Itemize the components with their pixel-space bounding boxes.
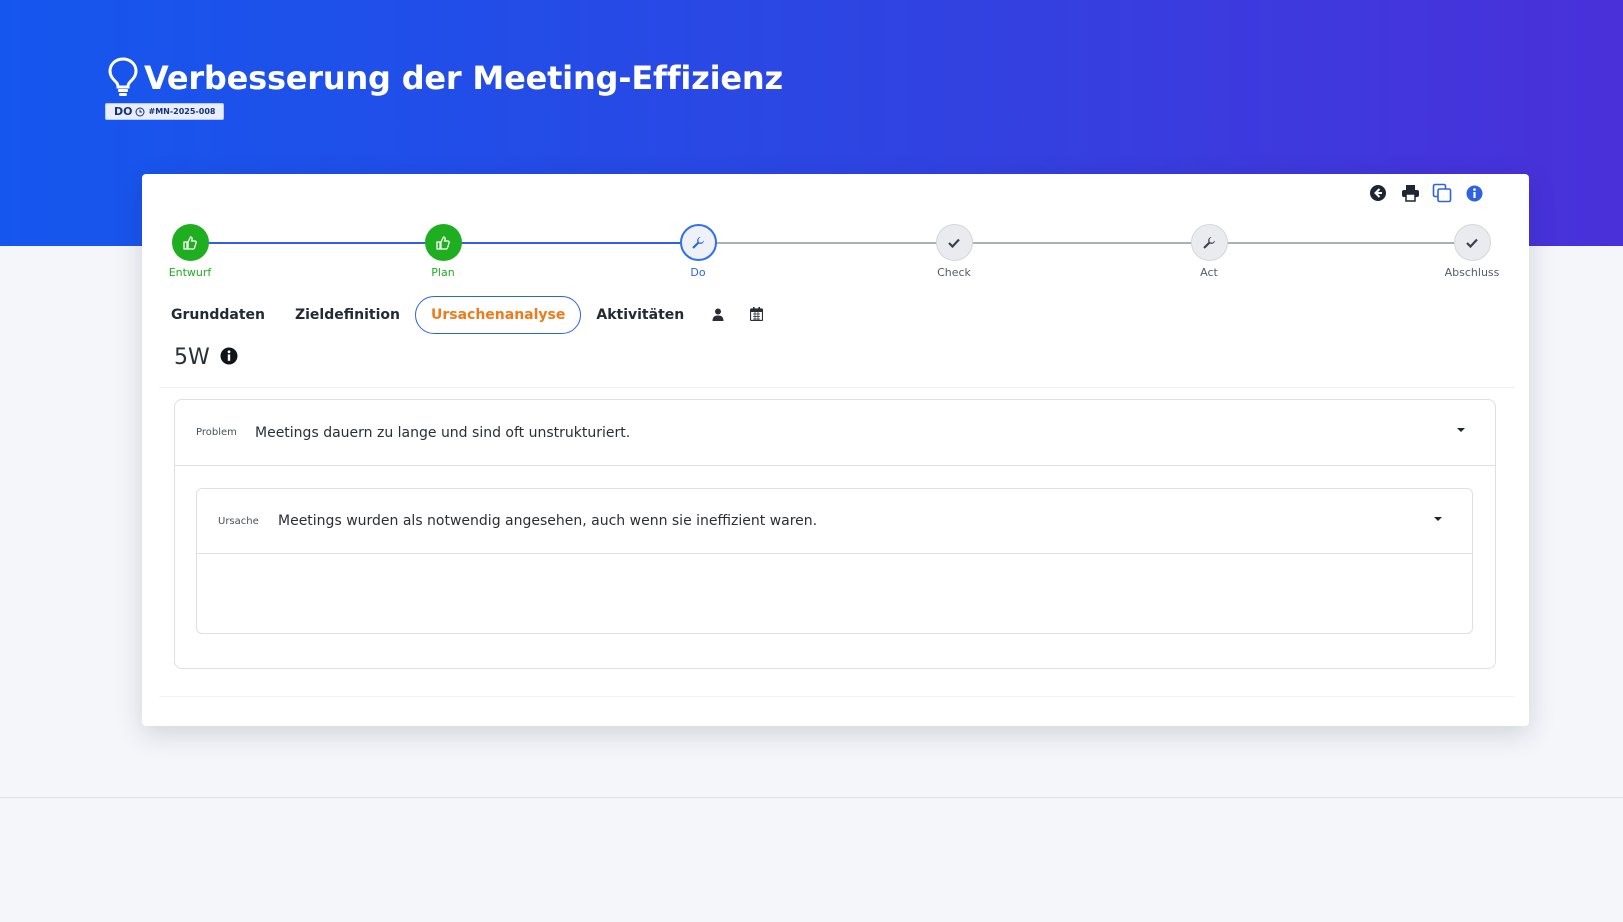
step-label: Plan (431, 266, 455, 279)
section-title: 5W (174, 345, 210, 370)
stepper-line-todo (680, 242, 1460, 244)
tab-zieldefinition[interactable]: Zieldefinition (280, 296, 415, 334)
project-identifier: #MN-2025-008 (148, 107, 216, 116)
info-icon[interactable] (220, 347, 238, 369)
cause-text: Meetings wurden als notwendig angesehen,… (278, 513, 818, 529)
back-icon[interactable] (1367, 182, 1389, 204)
check-icon (1453, 224, 1491, 261)
cause-label: Ursache (218, 515, 259, 527)
tab-aktivitaeten[interactable]: Aktivitäten (581, 296, 699, 334)
cause-header[interactable]: Ursache Meetings wurden als notwendig an… (197, 489, 1472, 554)
tab-ursachenanalyse[interactable]: Ursachenanalyse (414, 296, 582, 334)
cause-panel: Ursache Meetings wurden als notwendig an… (196, 488, 1473, 634)
check-icon (935, 224, 973, 261)
problem-panel: Problem Meetings dauern zu lange und sin… (174, 399, 1496, 669)
tab-bar: Grunddaten Zieldefinition Ursachenanalys… (156, 296, 776, 334)
toolbar (1367, 182, 1485, 204)
main-card: Entwurf Plan Do Check Act Abschluss Grun… (142, 174, 1529, 726)
problem-header[interactable]: Problem Meetings dauern zu lange und sin… (175, 400, 1495, 466)
problem-text: Meetings dauern zu lange und sind oft un… (255, 424, 631, 441)
calendar-icon (750, 306, 764, 325)
wrench-icon (1190, 224, 1228, 261)
step-label: Entwurf (168, 266, 212, 279)
tab-grunddaten[interactable]: Grunddaten (156, 296, 280, 334)
tab-user[interactable] (699, 296, 737, 334)
status-label: DO (114, 105, 133, 118)
step-abschluss[interactable]: Abschluss (1432, 224, 1512, 279)
page-title: Verbesserung der Meeting-Effizienz (144, 59, 783, 97)
thumbs-up-icon (424, 224, 462, 261)
user-icon (712, 306, 724, 325)
title-row: Verbesserung der Meeting-Effizienz (106, 56, 783, 100)
step-entwurf[interactable]: Entwurf (150, 224, 230, 279)
thumbs-up-icon (171, 224, 209, 261)
step-do[interactable]: Do (658, 224, 738, 279)
divider (159, 696, 1515, 697)
print-icon[interactable] (1399, 182, 1421, 204)
step-label: Abschluss (1444, 266, 1500, 279)
step-act[interactable]: Act (1169, 224, 1249, 279)
process-stepper: Entwurf Plan Do Check Act Abschluss (142, 224, 1529, 284)
step-check[interactable]: Check (914, 224, 994, 279)
section-heading: 5W (174, 345, 238, 370)
wrench-icon (679, 224, 717, 261)
lightbulb-icon (106, 56, 140, 100)
step-label: Check (937, 266, 971, 279)
divider (159, 387, 1515, 388)
footer-divider (0, 797, 1623, 798)
copy-icon[interactable] (1431, 182, 1453, 204)
step-label: Do (690, 266, 706, 279)
step-label: Act (1200, 266, 1218, 279)
status-badge: DO #MN-2025-008 (105, 102, 225, 121)
tab-calendar[interactable] (737, 296, 776, 334)
step-plan[interactable]: Plan (403, 224, 483, 279)
problem-label: Problem (196, 427, 237, 438)
clock-icon (135, 102, 145, 121)
info-icon[interactable] (1463, 182, 1485, 204)
